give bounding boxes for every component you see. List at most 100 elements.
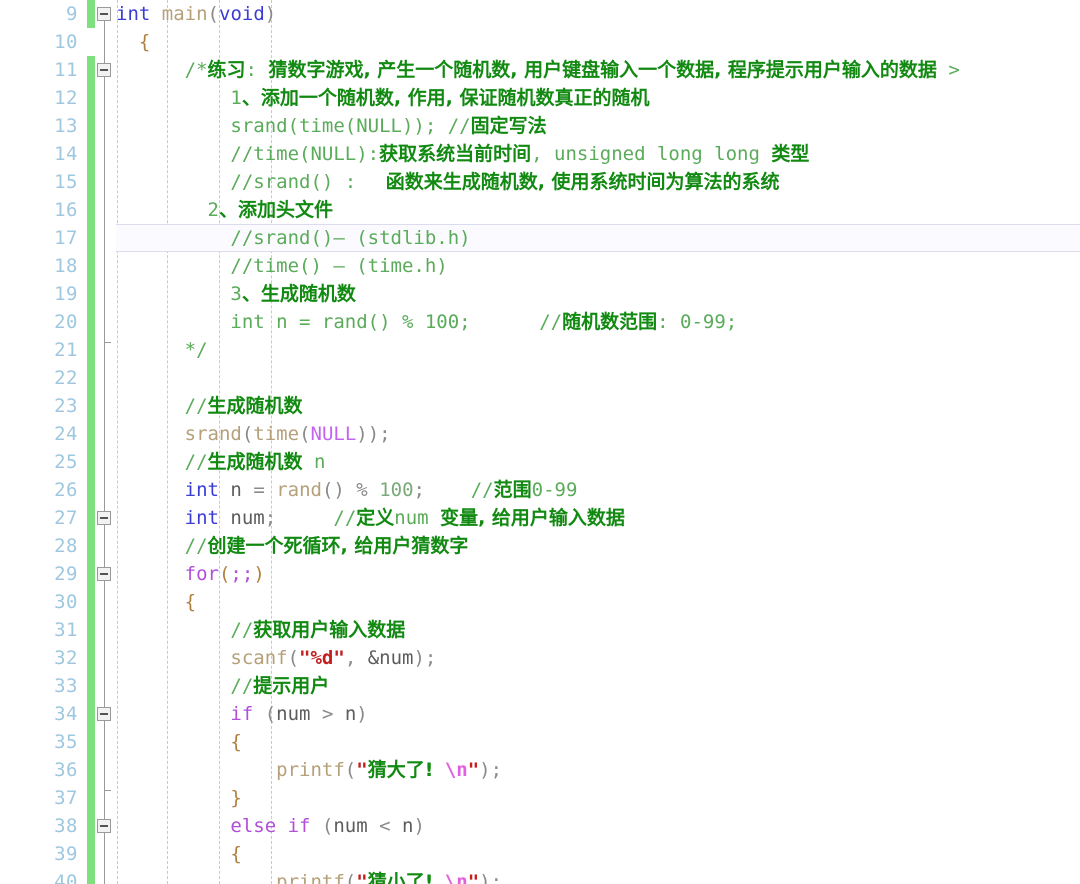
code-line[interactable]: int n = rand() % 100; //随机数范围: 0-99; (116, 308, 737, 336)
code-editor[interactable]: 9 10 11 12 13 14 15 16 17 18 19 20 21 22 23 24 25 26 27 28 2… (0, 0, 1080, 884)
code-token: 练习 (207, 59, 246, 81)
fold-collapse-icon[interactable] (97, 7, 111, 21)
code-token: // (333, 507, 357, 529)
code-line[interactable]: { (116, 28, 150, 56)
code-line[interactable]: int n = rand() % 100; //范围0-99 (116, 476, 578, 504)
code-line[interactable]: //srand() : 函数来生成随机数, 使用系统时间为算法的系统 (116, 168, 779, 196)
code-token: 获取系统当前时间 (379, 143, 532, 165)
code-line[interactable]: if (num > n) (116, 700, 367, 728)
code-line[interactable]: else if (num < n) (116, 812, 425, 840)
line-number: 27 (54, 507, 78, 529)
line-number: 24 (54, 423, 78, 445)
line-number: 22 (54, 367, 78, 389)
code-line[interactable]: { (116, 840, 241, 868)
code-line[interactable]: int num; //定义num 变量, 给用户输入数据 (116, 504, 625, 532)
code-folding-gutter[interactable] (96, 0, 116, 884)
code-token: num (276, 703, 311, 725)
line-number: 11 (54, 59, 78, 81)
code-token: )); (356, 423, 391, 445)
code-token: "%d" (299, 647, 345, 669)
code-token: ); (479, 759, 503, 781)
code-token: &num (367, 647, 414, 669)
line-number: 28 (54, 535, 78, 557)
code-line[interactable]: for(;;) (116, 560, 265, 588)
code-line[interactable]: 2、添加头文件 (116, 196, 333, 224)
code-line[interactable]: } (116, 784, 242, 812)
fold-collapse-icon[interactable] (97, 707, 111, 721)
code-token: ( (344, 871, 357, 884)
code-token: //time(NULL): (230, 143, 380, 165)
code-text-area[interactable]: int main(void) { /*练习: 猜数字游戏, 产生一个随机数, 用… (116, 0, 1080, 884)
code-line[interactable]: //time() — (time.h) (116, 252, 447, 280)
code-line[interactable]: //获取用户输入数据 (116, 616, 405, 644)
code-token: < (367, 815, 403, 837)
code-token: 猜数字游戏, 产生一个随机数, 用户键盘输入一个数据, 程序提示用户输入的数据 (268, 59, 937, 81)
code-line[interactable]: int main(void) (116, 0, 276, 28)
code-token: ; (264, 507, 334, 529)
code-line[interactable]: printf("猜大了! \n"); (116, 756, 502, 784)
code-token: " (356, 759, 368, 781)
fold-collapse-icon[interactable] (97, 567, 111, 581)
code-token: 生成随机数 (207, 395, 303, 417)
line-number: 21 (54, 339, 78, 361)
code-line[interactable]: /*练习: 猜数字游戏, 产生一个随机数, 用户键盘输入一个数据, 程序提示用户… (116, 56, 971, 84)
line-number: 17 (54, 227, 78, 249)
code-token: printf (276, 759, 345, 781)
code-line[interactable]: //创建一个死循环, 给用户猜数字 (116, 532, 469, 560)
code-line[interactable]: printf("猜小了! \n"); (116, 868, 502, 884)
code-token: > (936, 59, 972, 81)
line-number: 39 (54, 843, 78, 865)
code-line[interactable]: */ (116, 336, 208, 364)
fold-collapse-icon[interactable] (97, 511, 111, 525)
line-number-gutter[interactable]: 9 10 11 12 13 14 15 16 17 18 19 20 21 22 23 24 25 26 27 28 2… (0, 0, 86, 884)
fold-collapse-icon[interactable] (97, 819, 111, 833)
code-line[interactable]: //time(NULL):获取系统当前时间, unsigned long lon… (116, 140, 809, 168)
line-number: 33 (54, 675, 78, 697)
code-token: //srand() : (230, 171, 380, 193)
code-line[interactable]: //生成随机数 (116, 392, 303, 420)
line-number: 40 (54, 871, 78, 884)
code-token: } (230, 787, 242, 809)
code-token: > (310, 703, 345, 725)
line-number: 13 (54, 115, 78, 137)
code-line[interactable]: srand(time(NULL)); //固定写法 (116, 112, 546, 140)
code-line[interactable]: 1、添加一个随机数, 作用, 保证随机数真正的随机 (116, 84, 650, 112)
line-number: 35 (54, 731, 78, 753)
code-line[interactable]: { (116, 728, 241, 756)
line-number: 15 (54, 171, 78, 193)
code-token: : 0-99; (657, 311, 738, 333)
code-line[interactable]: //提示用户 (116, 672, 329, 700)
code-token: rand (276, 479, 322, 501)
code-line[interactable]: //srand()— (stdlib.h) (116, 224, 470, 252)
code-token: 、添加一个随机数, 作用, 保证随机数真正的随机 (241, 87, 650, 109)
code-token: // (230, 619, 254, 641)
line-number: 19 (54, 283, 78, 305)
code-line[interactable]: 3、生成随机数 (116, 280, 355, 308)
code-token: 创建一个死循环, 给用户猜数字 (207, 535, 469, 557)
code-line[interactable]: scanf("%d", &num); (116, 644, 436, 672)
code-token: " (467, 871, 480, 884)
fold-collapse-icon[interactable] (97, 63, 111, 77)
code-line[interactable]: srand(time(NULL)); (116, 420, 391, 448)
line-number: 38 (54, 815, 78, 837)
code-line[interactable]: { (116, 588, 196, 616)
code-line[interactable]: //生成随机数 n (116, 448, 326, 476)
code-token: 随机数范围 (562, 311, 658, 333)
code-token: // (184, 535, 208, 557)
code-token: printf (276, 871, 345, 884)
code-token: srand(time(NULL)); (230, 115, 448, 137)
fold-structure-line (104, 16, 105, 884)
code-token: 获取用户输入数据 (253, 619, 406, 641)
code-token: ( (218, 563, 231, 585)
